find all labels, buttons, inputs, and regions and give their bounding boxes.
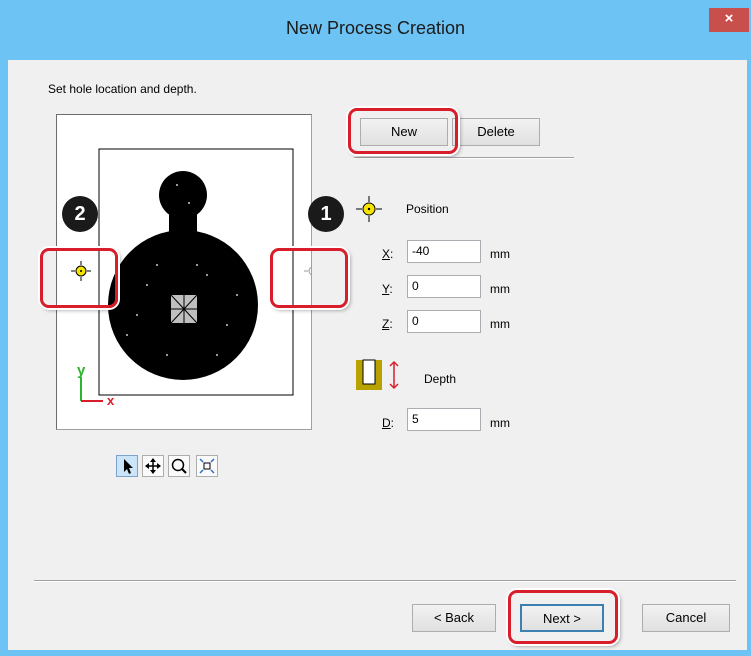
d-unit: mm	[490, 416, 510, 430]
d-label: D:	[382, 416, 395, 430]
z-input[interactable]: 0	[407, 310, 481, 333]
position-icon	[356, 196, 382, 222]
next-button-highlight	[508, 590, 618, 644]
depth-label: Depth	[424, 372, 457, 386]
fit-view-tool-button[interactable]	[196, 455, 218, 477]
callout-badge-two: 2	[62, 196, 98, 232]
close-button[interactable]: ×	[709, 8, 749, 32]
part-head	[159, 171, 207, 219]
depth-icon	[356, 359, 399, 390]
dialog-window: New Process Creation × Set hole location…	[0, 0, 751, 656]
pan-icon	[145, 458, 161, 474]
x-input[interactable]: -40	[407, 240, 481, 263]
hole-1-highlight	[270, 248, 348, 308]
z-label: Z:	[382, 317, 393, 331]
zoom-icon	[171, 458, 187, 474]
separator-bottom	[34, 580, 736, 582]
callout-badge-one: 1	[308, 196, 344, 232]
pointer-tool-button[interactable]	[116, 455, 138, 477]
y-axis-label: y	[77, 362, 86, 379]
depth-input[interactable]: 5	[407, 408, 481, 431]
title-bar[interactable]: New Process Creation ×	[0, 0, 751, 60]
pan-tool-button[interactable]	[142, 455, 164, 477]
x-unit: mm	[490, 247, 510, 261]
new-button-highlight	[348, 108, 458, 154]
back-button[interactable]: < Back	[412, 604, 496, 632]
dialog-body: Set hole location and depth. y x New Del…	[8, 60, 747, 650]
cancel-button[interactable]: Cancel	[642, 604, 730, 632]
position-label: Position	[406, 202, 449, 216]
y-unit: mm	[490, 282, 510, 296]
x-label: X:	[382, 247, 394, 261]
y-label: Y:	[382, 282, 393, 296]
pointer-icon	[124, 459, 133, 474]
separator-top	[354, 157, 574, 159]
y-input[interactable]: 0	[407, 275, 481, 298]
instruction-text: Set hole location and depth.	[48, 82, 197, 96]
fit-view-icon	[199, 458, 215, 474]
hole-2-highlight	[40, 248, 118, 308]
z-unit: mm	[490, 317, 510, 331]
x-axis-label: x	[107, 393, 115, 408]
window-title: New Process Creation	[285, 18, 466, 38]
zoom-tool-button[interactable]	[168, 455, 190, 477]
delete-button[interactable]: Delete	[452, 118, 540, 146]
